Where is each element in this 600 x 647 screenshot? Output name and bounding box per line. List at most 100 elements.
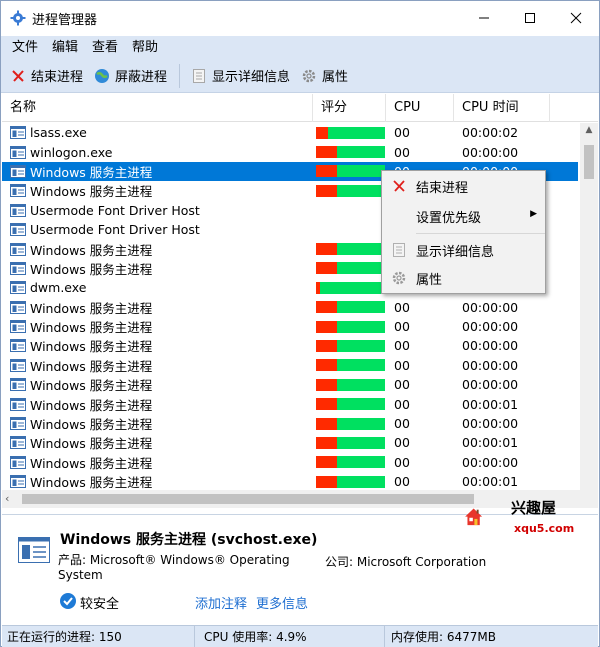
context-menu: 结束进程 设置优先级 ▶ 显示详细信息 属性: [381, 170, 546, 294]
ctx-end-process-label: 结束进程: [416, 180, 469, 196]
process-window-icon: [10, 164, 26, 178]
process-window-icon: [10, 320, 26, 334]
menu-file[interactable]: 文件: [5, 36, 45, 59]
house-logo-icon: [465, 508, 483, 526]
ctx-set-priority[interactable]: 设置优先级 ▶: [382, 201, 545, 231]
cpu-time-cell: 00:00:00: [462, 299, 519, 315]
ctx-end-process[interactable]: 结束进程: [382, 171, 545, 201]
process-row[interactable]: Windows 服务主进程 00 00:00:00: [2, 317, 578, 336]
cpu-time-cell: 00:00:01: [462, 396, 519, 412]
process-row[interactable]: winlogon.exe 00 00:00:00: [2, 142, 578, 161]
column-header-cpu[interactable]: CPU: [386, 94, 454, 122]
process-name: Windows 服务主进程: [30, 164, 153, 180]
process-name: Windows 服务主进程: [30, 475, 153, 491]
end-process-button[interactable]: 结束进程: [5, 63, 87, 89]
process-row[interactable]: Windows 服务主进程 00 00:00:01: [2, 433, 578, 452]
score-cell: [313, 301, 386, 314]
toolbar-separator: [179, 63, 181, 88]
scroll-left-arrow-icon[interactable]: ‹: [5, 492, 9, 505]
minimize-button[interactable]: [461, 1, 507, 35]
more-info-link[interactable]: 更多信息: [256, 593, 308, 612]
cpu-cell: 00: [394, 299, 410, 315]
column-header-name[interactable]: 名称: [2, 94, 313, 122]
show-details-button[interactable]: 显示详细信息: [186, 63, 294, 89]
score-bar-risk-fill: [316, 320, 337, 333]
block-process-label: 屏蔽进程: [115, 70, 168, 85]
show-details-label: 显示详细信息: [212, 70, 291, 85]
score-cell: [313, 475, 386, 488]
score-bar-risk-fill: [316, 436, 337, 449]
cpu-cell: 00: [394, 454, 410, 470]
process-manager-window: 进程管理器 文件 编辑 查看 帮助 结束进程 屏蔽进程 显示详细信息 属性 名称…: [0, 0, 600, 647]
process-name: Windows 服务主进程: [30, 300, 153, 316]
process-row[interactable]: lsass.exe 00 00:00:02: [2, 123, 578, 142]
score-cell: [313, 165, 386, 178]
process-row[interactable]: Windows 服务主进程 00 00:00:00: [2, 356, 578, 375]
properties-button[interactable]: 属性: [296, 63, 352, 89]
cpu-cell: 00: [394, 125, 410, 141]
score-cell: [313, 436, 386, 449]
process-window-icon: [10, 281, 26, 295]
process-name-cell: Windows 服务主进程: [2, 259, 313, 278]
score-bar-risk-fill: [316, 165, 337, 178]
document-icon: [382, 235, 416, 265]
column-header-cpu-time[interactable]: CPU 时间: [454, 94, 550, 122]
process-window-icon: [10, 358, 26, 372]
process-name: Windows 服务主进程: [30, 184, 153, 200]
block-process-button[interactable]: 屏蔽进程: [89, 63, 171, 89]
score-bar-risk-fill: [316, 378, 337, 391]
process-row[interactable]: Windows 服务主进程 00 00:00:01: [2, 394, 578, 413]
process-name: Usermode Font Driver Host: [30, 202, 200, 218]
ctx-show-details[interactable]: 显示详细信息: [382, 236, 545, 264]
process-name-cell: Windows 服务主进程: [2, 453, 313, 472]
cpu-cell: 00: [394, 144, 410, 160]
close-button[interactable]: [553, 1, 599, 35]
maximize-icon: [525, 13, 535, 23]
process-list[interactable]: 名称 评分 CPU CPU 时间 lsass.exe 00 00:00:02 winl…: [2, 94, 598, 512]
score-cell: [313, 398, 386, 411]
scroll-up-arrow-icon[interactable]: ▲: [580, 125, 598, 141]
maximize-button[interactable]: [507, 1, 553, 35]
process-window-icon: [10, 417, 26, 431]
column-header-score[interactable]: 评分: [313, 94, 386, 122]
process-name-cell: Windows 服务主进程: [2, 240, 313, 259]
process-name-cell: Windows 服务主进程: [2, 395, 313, 414]
process-name: dwm.exe: [30, 280, 87, 296]
process-name: Windows 服务主进程: [30, 358, 153, 374]
process-row[interactable]: Windows 服务主进程 00 00:00:00: [2, 298, 578, 317]
ctx-properties-label: 属性: [416, 272, 443, 288]
horizontal-scroll-thumb[interactable]: [22, 494, 474, 504]
close-icon: [570, 12, 582, 24]
cpu-cell: 00: [394, 435, 410, 451]
vertical-scrollbar[interactable]: ▲: [580, 123, 598, 490]
score-cell: [313, 417, 386, 430]
vertical-scroll-thumb[interactable]: [584, 145, 594, 179]
process-row[interactable]: Windows 服务主进程 00 00:00:00: [2, 336, 578, 355]
score-bar-risk-fill: [316, 417, 337, 430]
process-row[interactable]: Windows 服务主进程 00 00:00:00: [2, 375, 578, 394]
submenu-arrow-icon: ▶: [530, 209, 537, 219]
cpu-time-cell: 00:00:01: [462, 474, 519, 490]
process-window-icon: [10, 300, 26, 314]
process-row[interactable]: Windows 服务主进程 00 00:00:01: [2, 472, 578, 491]
score-bar: [316, 378, 385, 391]
menu-bar: 文件 编辑 查看 帮助: [1, 36, 599, 59]
score-bar-risk-fill: [316, 398, 337, 411]
score-bar: [316, 320, 385, 333]
menu-help[interactable]: 帮助: [125, 36, 165, 59]
score-bar: [316, 165, 385, 178]
menu-view[interactable]: 查看: [85, 36, 125, 59]
ctx-properties[interactable]: 属性: [382, 264, 545, 292]
score-bar-risk-fill: [316, 359, 337, 372]
process-row[interactable]: Windows 服务主进程 00 00:00:00: [2, 453, 578, 472]
process-window-icon: [10, 203, 26, 217]
add-note-link[interactable]: 添加注释: [195, 593, 247, 612]
menu-edit[interactable]: 编辑: [45, 36, 85, 59]
scroll-corner: [580, 490, 598, 508]
cpu-cell: 00: [394, 474, 410, 490]
ctx-set-priority-label: 设置优先级: [416, 210, 482, 226]
list-header: 名称 评分 CPU CPU 时间: [2, 94, 598, 122]
document-icon: [190, 67, 208, 85]
process-row[interactable]: Windows 服务主进程 00 00:00:00: [2, 414, 578, 433]
red-x-icon: [9, 67, 27, 85]
